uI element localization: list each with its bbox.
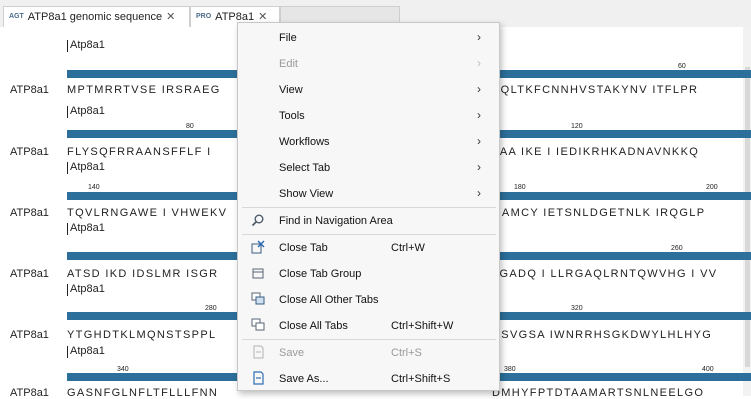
sequence-name: ATP8a1 xyxy=(10,268,49,280)
sequence-residues[interactable]: QAMCY IETSNLDGETNLK IRQGLP xyxy=(492,207,705,219)
menu-item-tools[interactable]: Tools › xyxy=(238,103,499,129)
annotation-label[interactable]: Atp8a1 xyxy=(70,345,105,357)
menu-item-save: Save Ctrl+S xyxy=(238,340,499,366)
menu-item-label: Edit xyxy=(279,58,298,70)
position-tick: 380 xyxy=(504,366,516,373)
menu-item-label: Close Tab xyxy=(279,242,328,254)
sequence-residues[interactable]: VAA IKE I IEDIKRHKADNAVNKKQ xyxy=(492,146,699,158)
annotation-label[interactable]: Atp8a1 xyxy=(70,222,105,234)
position-tick: 180 xyxy=(514,184,526,191)
annotation-marker xyxy=(67,346,68,358)
scrollbar-thumb[interactable] xyxy=(745,67,750,367)
annotation-marker xyxy=(67,162,68,174)
menu-item-label: File xyxy=(279,32,297,44)
sequence-residues[interactable]: CSVGSA IWNRRHSGKDWYLHLHYG xyxy=(492,329,712,341)
annotation-marker xyxy=(67,106,68,118)
tab-label: ATP8a1 genomic sequence xyxy=(27,11,163,23)
menu-item-select-tab[interactable]: Select Tab › xyxy=(238,155,499,181)
menu-item-view[interactable]: View › xyxy=(238,77,499,103)
menu-item-label: Save As... xyxy=(279,373,329,385)
sequence-residues[interactable]: LGADQ I LLRGAQLRNTQWVHG I VV xyxy=(492,268,717,280)
position-tick: 140 xyxy=(88,184,100,191)
menu-item-label: Close Tab Group xyxy=(279,268,362,280)
position-tick: 400 xyxy=(702,366,714,373)
tabs-icon xyxy=(251,318,265,331)
protein-sequence-icon: PRO xyxy=(196,13,212,20)
find-icon xyxy=(251,214,264,227)
save-as-icon xyxy=(253,371,264,385)
tab-atp8a1-genomic-sequence[interactable]: AGT ATP8a1 genomic sequence ✕ xyxy=(3,6,190,27)
annotation-marker xyxy=(67,284,68,296)
tab-group-icon xyxy=(252,268,264,279)
annotation-marker xyxy=(67,223,68,235)
sequence-name: ATP8a1 xyxy=(10,146,49,158)
submenu-arrow-icon: › xyxy=(477,56,481,70)
menu-item-shortcut: Ctrl+Shift+W xyxy=(391,320,454,332)
menu-item-label: Close All Other Tabs xyxy=(279,294,379,306)
nucleotide-sequence-icon: AGT xyxy=(9,13,24,20)
tabs-icon xyxy=(251,292,265,305)
position-tick: 340 xyxy=(117,366,129,373)
position-tick: 260 xyxy=(671,245,683,252)
close-tab-icon xyxy=(251,240,265,254)
annotation-marker xyxy=(67,40,68,52)
menu-item-shortcut: Ctrl+Shift+S xyxy=(391,373,451,385)
save-icon xyxy=(253,345,264,359)
sequence-residues[interactable]: MPTMRRTVSE IRSRAEG xyxy=(67,84,221,96)
sequence-residues[interactable]: DMHYFPTDTAAMARTSNLNEELGO xyxy=(492,387,704,399)
menu-item-shortcut: Ctrl+W xyxy=(391,242,425,254)
menu-item-workflows[interactable]: Workflows › xyxy=(238,129,499,155)
menu-item-label: Close All Tabs xyxy=(279,320,348,332)
position-tick: 60 xyxy=(678,63,686,70)
position-tick: 200 xyxy=(706,184,718,191)
menu-item-edit: Edit › xyxy=(238,51,499,77)
menu-item-label: Workflows xyxy=(279,136,330,148)
menu-item-save-as[interactable]: Save As... Ctrl+Shift+S xyxy=(238,366,499,392)
submenu-arrow-icon: › xyxy=(477,186,481,200)
close-icon[interactable]: ✕ xyxy=(166,11,175,23)
sequence-residues[interactable]: TQVLRNGAWE I VHWEKV xyxy=(67,207,227,219)
position-tick: 280 xyxy=(205,305,217,312)
menu-item-shortcut: Ctrl+S xyxy=(391,347,422,359)
sequence-name: ATP8a1 xyxy=(10,329,49,341)
menu-item-label: Show View xyxy=(279,188,334,200)
sequence-name: ATP8a1 xyxy=(10,84,49,96)
menu-item-close-all-tabs[interactable]: Close All Tabs Ctrl+Shift+W xyxy=(238,313,499,339)
annotation-label[interactable]: Atp8a1 xyxy=(70,105,105,117)
sequence-name: ATP8a1 xyxy=(10,207,49,219)
menu-item-close-tab-group[interactable]: Close Tab Group xyxy=(238,261,499,287)
vertical-scrollbar[interactable] xyxy=(743,27,751,396)
menu-item-label: View xyxy=(279,84,303,96)
annotation-label[interactable]: Atp8a1 xyxy=(70,283,105,295)
menu-item-close-tab[interactable]: Close Tab Ctrl+W xyxy=(238,235,499,261)
menu-item-label: Find in Navigation Area xyxy=(279,215,393,227)
annotation-label[interactable]: Atp8a1 xyxy=(70,161,105,173)
sequence-residues[interactable]: YTGHDTKLMQNSTSPPL xyxy=(67,329,216,341)
submenu-arrow-icon: › xyxy=(477,30,481,44)
submenu-arrow-icon: › xyxy=(477,160,481,174)
menu-item-file[interactable]: File › xyxy=(238,25,499,51)
position-tick: 120 xyxy=(571,123,583,130)
sequence-residues[interactable]: FLYSQFRRAANSFFLF I xyxy=(67,146,212,158)
sequence-name: ATP8a1 xyxy=(10,387,49,399)
tab-context-menu: File › Edit › View › Tools › Workflows ›… xyxy=(237,22,500,391)
menu-item-close-all-other-tabs[interactable]: Close All Other Tabs xyxy=(238,287,499,313)
menu-item-label: Save xyxy=(279,347,305,359)
position-tick: 80 xyxy=(186,123,194,130)
sequence-residues[interactable]: PQLTKFCNNHVSTAKYNV ITFLPR xyxy=(492,84,698,96)
sequence-residues[interactable]: GASNFGLNFLTFLLLFNN xyxy=(67,387,218,399)
menu-item-label: Select Tab xyxy=(279,162,331,174)
position-tick: 320 xyxy=(571,305,583,312)
menu-item-find-in-navigation-area[interactable]: Find in Navigation Area xyxy=(238,208,499,234)
menu-item-show-view[interactable]: Show View › xyxy=(238,181,499,207)
annotation-label[interactable]: Atp8a1 xyxy=(70,39,105,51)
submenu-arrow-icon: › xyxy=(477,82,481,96)
sequence-residues[interactable]: ATSD IKD IDSLMR ISGR xyxy=(67,268,218,280)
menu-item-label: Tools xyxy=(279,110,305,122)
submenu-arrow-icon: › xyxy=(477,134,481,148)
submenu-arrow-icon: › xyxy=(477,108,481,122)
